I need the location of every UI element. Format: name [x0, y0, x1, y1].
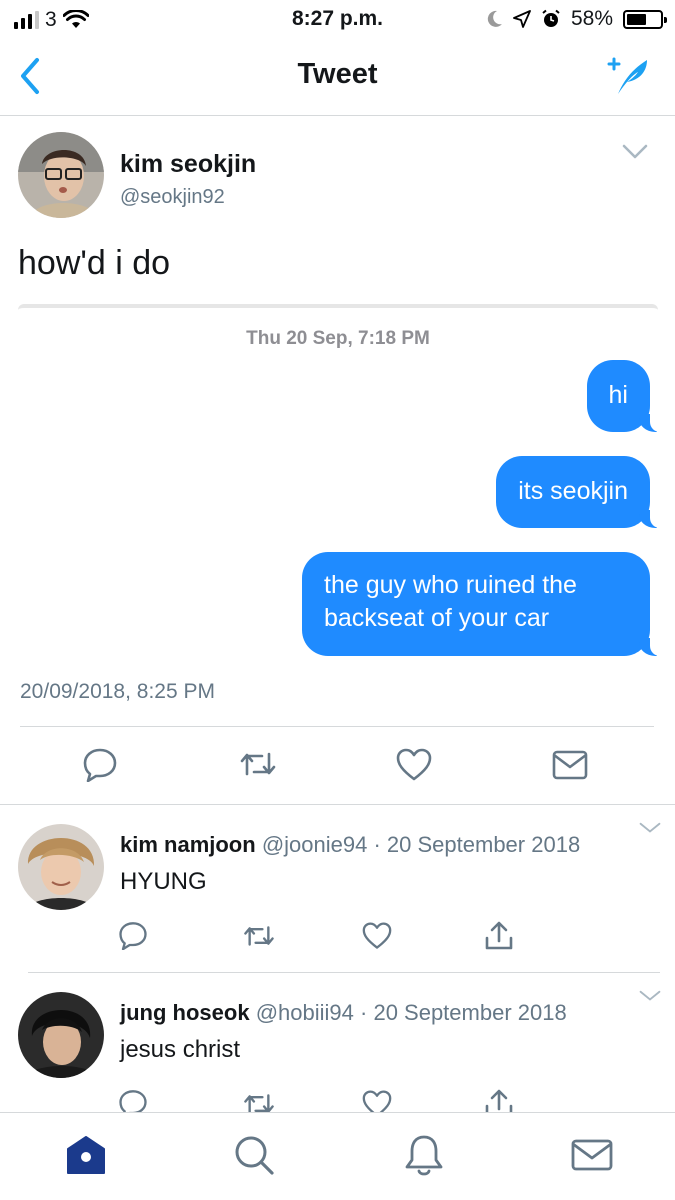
reply-actions [0, 1088, 675, 1112]
reply-author-handle[interactable]: @joonie94 [262, 832, 368, 857]
avatar[interactable] [18, 824, 104, 910]
divider [28, 972, 660, 973]
message-date: Thu 20 Sep, 7:18 PM [246, 328, 430, 349]
divider [20, 726, 654, 727]
avatar[interactable] [18, 992, 104, 1078]
bell-icon[interactable] [402, 1133, 446, 1177]
chevron-down-icon[interactable] [638, 822, 662, 834]
reply-icon[interactable] [118, 1088, 148, 1112]
reply-text: jesus christ [120, 1036, 241, 1063]
tweet-timestamp: 20/09/2018, 8:25 PM [20, 680, 215, 703]
battery-percent: 58% [570, 7, 613, 30]
envelope-icon[interactable] [570, 1133, 614, 1177]
page-title: Tweet [297, 58, 378, 90]
reply-header: jung hoseok @hobiii94 · 20 September 201… [120, 1000, 567, 1026]
chevron-down-icon[interactable] [638, 990, 662, 1002]
message-bubble: its seokjin [496, 456, 664, 528]
reply-author-name[interactable]: jung hoseok [120, 1000, 250, 1025]
reply-author-name[interactable]: kim namjoon [120, 832, 256, 857]
reply-date: 20 September 2018 [373, 1000, 567, 1025]
envelope-icon[interactable] [552, 750, 588, 780]
tweet-actions [0, 746, 675, 790]
reply-icon[interactable] [118, 920, 148, 950]
reply-author-handle[interactable]: @hobiii94 [256, 1000, 354, 1025]
separator-dot: · [373, 832, 381, 857]
author-name[interactable]: kim seokjin [120, 150, 256, 179]
alarm-icon [542, 9, 560, 27]
message-bubble: hi [586, 360, 665, 432]
message-bubble: the guy who ruined the backseat of your … [302, 552, 664, 656]
separator-dot: · [360, 1000, 368, 1025]
reply-actions [0, 920, 675, 956]
search-icon[interactable] [232, 1133, 276, 1177]
tweet-image-screenshot[interactable]: Thu 20 Sep, 7:18 PM hi its seokjin the g… [18, 304, 665, 676]
reply-header: kim namjoon @joonie94 · 20 September 201… [120, 832, 580, 858]
heart-icon[interactable] [396, 748, 432, 782]
reply-text: HYUNG [120, 868, 207, 895]
heart-icon[interactable] [362, 922, 392, 950]
nav-bar: Tweet [0, 40, 675, 116]
heart-icon[interactable] [362, 1090, 392, 1112]
reply-icon[interactable] [82, 746, 118, 782]
retweet-icon[interactable] [242, 922, 276, 950]
share-icon[interactable] [484, 920, 514, 952]
moon-icon [487, 10, 502, 27]
reply-date: 20 September 2018 [386, 832, 581, 857]
tab-bar [0, 1112, 675, 1200]
share-icon[interactable] [484, 1088, 514, 1112]
avatar[interactable] [18, 132, 104, 218]
status-bar: 3 8:27 p.m. 58% [0, 0, 675, 40]
tweet-text: how'd i do [18, 244, 171, 282]
author-handle[interactable]: @seokjin92 [120, 186, 225, 209]
retweet-icon[interactable] [238, 748, 278, 780]
battery-icon [623, 9, 667, 29]
location-arrow-icon [513, 10, 531, 28]
status-right: 58% [487, 7, 667, 31]
home-icon[interactable] [64, 1133, 108, 1177]
compose-feather-icon[interactable] [603, 54, 651, 98]
divider [0, 804, 675, 805]
retweet-icon[interactable] [242, 1090, 276, 1112]
chevron-down-icon[interactable] [622, 144, 648, 160]
